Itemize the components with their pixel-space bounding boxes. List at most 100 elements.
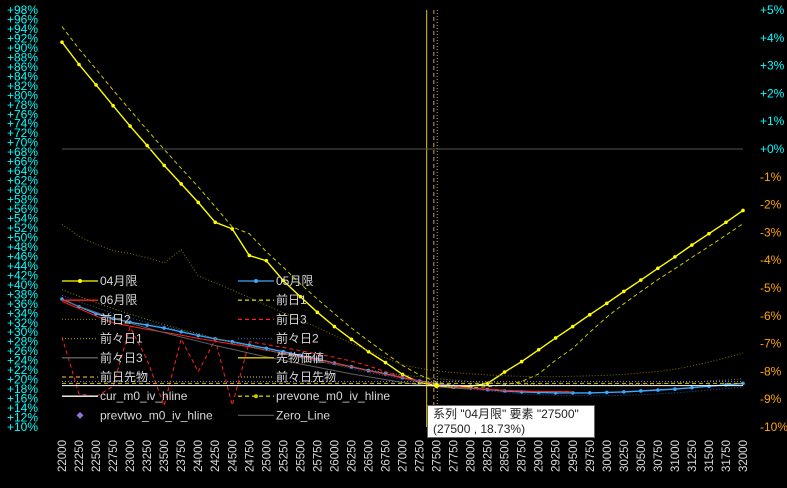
- tooltip-anchor-point: [434, 383, 440, 389]
- x-tick-label: 22250: [74, 440, 86, 472]
- point-04月限: [570, 324, 575, 329]
- x-tick-label: 23500: [159, 440, 171, 472]
- x-tick-label: 29500: [568, 440, 580, 472]
- point-04月限: [502, 370, 507, 374]
- legend-item: 前々日2: [238, 331, 319, 346]
- legend-item: 前日1: [238, 292, 307, 307]
- point-05月限: [707, 384, 711, 389]
- legend-item: 先物価値: [238, 350, 324, 365]
- x-tick-label: 28250: [483, 440, 495, 472]
- legend-label: 前日3: [276, 311, 307, 326]
- point-04月限: [179, 182, 183, 186]
- point-04月限: [349, 337, 354, 342]
- x-tick-label: 29000: [534, 440, 546, 472]
- point-05月限: [690, 385, 694, 390]
- point-05月限: [605, 390, 609, 395]
- legend-item: 05月限: [238, 274, 313, 288]
- x-axis-ticks: 22000 22250 22500 22750 23000 23250 23500 23750…: [57, 440, 750, 472]
- x-tick-label: 31000: [670, 440, 682, 472]
- point-04月限: [145, 143, 149, 148]
- x-tick-label: 26500: [363, 440, 375, 472]
- point-04月限: [366, 349, 371, 354]
- right-tick-label: -4%: [760, 253, 782, 267]
- point-04月限: [639, 278, 643, 282]
- series-04月限: [61, 41, 744, 388]
- x-tick-label: 30500: [636, 440, 648, 472]
- point-04月限: [264, 258, 269, 263]
- x-tick-label: 22500: [91, 440, 103, 472]
- legend-item: 04月限: [62, 274, 137, 288]
- x-tick-label: 30750: [653, 440, 665, 472]
- point-04月限: [536, 347, 541, 352]
- right-tick-label: +1%: [760, 114, 785, 128]
- right-tick-label: -2%: [760, 198, 782, 212]
- x-tick-label: 32000: [738, 440, 750, 472]
- x-tick-label: 22000: [57, 440, 69, 472]
- x-tick-label: 23750: [176, 440, 188, 472]
- tooltip-title: 系列 "04月限" 要素 "27500": [433, 407, 579, 421]
- iv-smile-chart: +98%+96%+94%+92%+90%+88%+86%+84%+82%+80%…: [7, 3, 787, 472]
- legend-label: 前々日先物: [276, 369, 336, 384]
- x-tick-label: 28500: [500, 440, 512, 472]
- legend-item: cur_m0_iv_hline: [62, 389, 188, 403]
- x-tick-label: 27000: [398, 440, 410, 472]
- x-tick-label: 25500: [295, 440, 307, 472]
- point-04月限: [94, 83, 98, 87]
- legend-item: 06月限: [62, 293, 137, 307]
- series-前日2: [61, 223, 744, 378]
- point-04月限: [673, 255, 677, 259]
- x-tick-label: 26750: [380, 440, 392, 472]
- right-tick-label: -3%: [760, 225, 782, 239]
- x-tick-label: 27750: [449, 440, 461, 472]
- right-tick-label: -9%: [760, 392, 782, 406]
- legend-label: 前々日3: [100, 350, 143, 365]
- point-05月限: [673, 387, 677, 391]
- x-tick-label: 24000: [193, 440, 205, 472]
- point-05月限: [587, 391, 592, 395]
- point-04月限: [605, 301, 609, 306]
- point-04月限: [622, 289, 626, 294]
- legend-marker: [78, 279, 82, 283]
- legend-item: 前々日1: [62, 331, 143, 346]
- series-前々日2: [61, 294, 744, 397]
- point-04月限: [111, 103, 115, 108]
- point-04月限: [213, 220, 218, 225]
- right-tick-label: -1%: [760, 170, 782, 184]
- point-04月限: [60, 40, 64, 45]
- series-前日1: [61, 26, 744, 389]
- point-04月限: [707, 231, 711, 236]
- legend-item: Zero_Line: [238, 408, 330, 422]
- x-tick-label: 26000: [329, 440, 341, 472]
- x-tick-label: 31500: [704, 440, 716, 472]
- point-04月限: [741, 208, 745, 213]
- legend-item: 前々日3: [62, 350, 143, 365]
- x-tick-label: 25250: [278, 440, 290, 472]
- legend-label: prevone_m0_iv_hline: [276, 389, 390, 403]
- x-tick-label: 27250: [415, 440, 427, 472]
- right-tick-label: +4%: [760, 31, 785, 45]
- right-tick-label: +3%: [760, 59, 785, 73]
- point-04月限: [690, 243, 694, 247]
- x-tick-label: 30000: [602, 440, 614, 472]
- tooltip-value: (27500 , 18.73%): [433, 422, 526, 436]
- x-tick-label: 27500: [432, 440, 444, 472]
- point-04月限: [247, 253, 252, 258]
- point-05月限: [622, 390, 626, 394]
- legend-label: 前日先物: [100, 369, 148, 384]
- point-04月限: [196, 200, 200, 205]
- legend-label: 前日2: [100, 311, 131, 326]
- legend-marker: [254, 279, 258, 283]
- legend-label: cur_m0_iv_hline: [100, 389, 188, 403]
- point-04月限: [724, 220, 728, 225]
- x-tick-label: 30250: [619, 440, 631, 472]
- point-04月限: [383, 360, 388, 365]
- right-axis-ticks: +5% +4% +3% +2% +1% +0% -1% -2% -3% -4% -5% -6% -7% -…: [760, 3, 787, 434]
- legend-label: Zero_Line: [276, 408, 330, 422]
- plot-area[interactable]: [60, 10, 745, 427]
- x-tick-label: 24250: [210, 440, 222, 472]
- point-04月限: [656, 266, 660, 271]
- x-tick-label: 31750: [721, 440, 733, 472]
- point-05月限: [230, 339, 235, 344]
- legend-marker: [254, 394, 258, 399]
- x-tick-label: 31250: [687, 440, 699, 472]
